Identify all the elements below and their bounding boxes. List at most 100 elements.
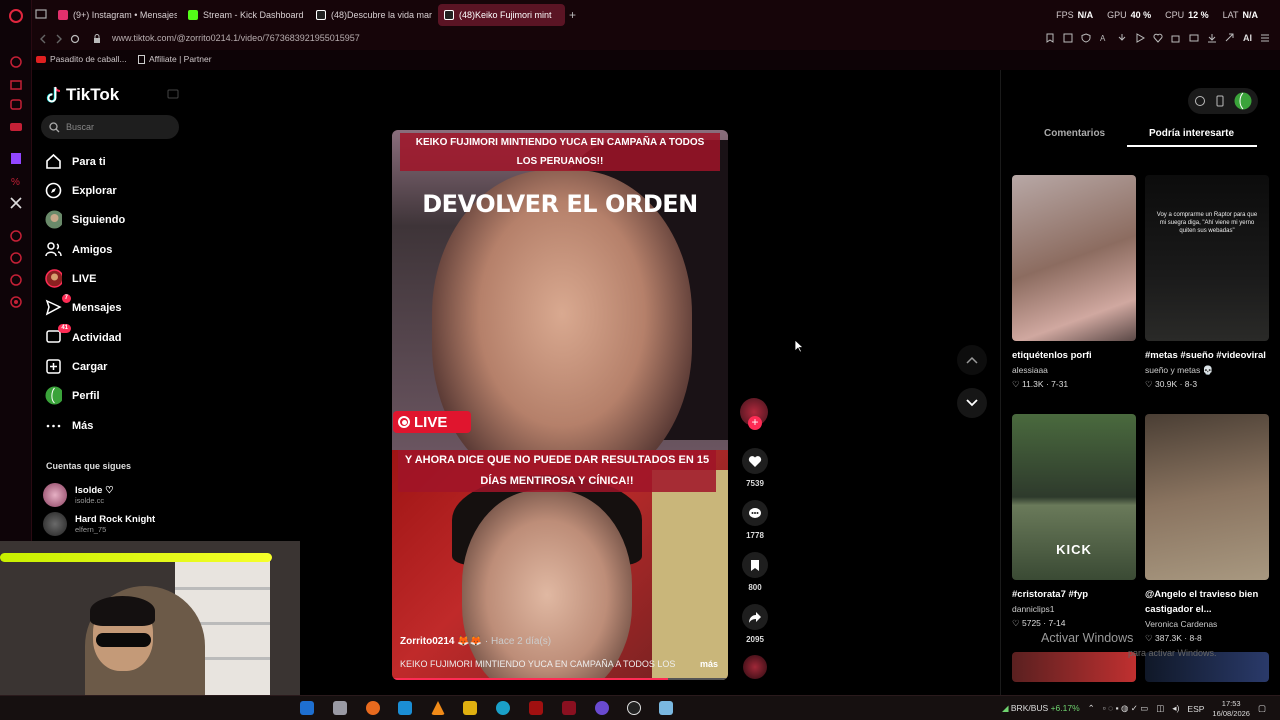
description-more-button[interactable]: más — [700, 659, 718, 669]
music-disc-icon[interactable] — [743, 655, 767, 679]
files-icon[interactable] — [333, 701, 347, 715]
phone-icon[interactable] — [1214, 95, 1226, 107]
nav-para-ti[interactable]: Para ti — [45, 153, 106, 170]
nav-mas[interactable]: Más — [45, 417, 93, 434]
recommended-video[interactable]: KICK #cristorata7 #fyp danniclips1 ♡ 572… — [1012, 414, 1136, 630]
video-player[interactable]: KEIKO FUJIMORI MINTIENDO YUCA EN CAMPAÑA… — [392, 130, 728, 680]
nav-perfil[interactable]: Perfil — [45, 386, 100, 405]
opera-logo-icon[interactable] — [9, 9, 23, 23]
new-tab-button[interactable]: + — [569, 8, 576, 22]
recommended-video[interactable] — [1012, 652, 1136, 682]
back-icon[interactable] — [38, 34, 48, 44]
video-progress[interactable] — [392, 678, 728, 680]
save-button[interactable]: 800 — [738, 552, 772, 592]
like-button[interactable]: 7539 — [738, 448, 772, 488]
obs-icon[interactable] — [627, 701, 641, 715]
tab-manager-icon[interactable] — [35, 8, 47, 20]
nav-live[interactable]: LIVE — [45, 269, 96, 288]
app-icon[interactable] — [529, 701, 543, 715]
snapshot-icon[interactable] — [1063, 33, 1073, 43]
share-icon[interactable] — [1225, 33, 1235, 43]
chevron-up-icon[interactable]: ⌃ — [1088, 703, 1095, 714]
edge-icon[interactable] — [496, 701, 510, 715]
shield-icon[interactable] — [1081, 33, 1091, 43]
share-button[interactable]: 2095 — [738, 604, 772, 644]
video-stats: ♡ 387.3K · 8-8 — [1145, 633, 1202, 643]
nav-cargar[interactable]: Cargar — [45, 358, 107, 375]
sidebar-percent-icon[interactable]: % — [9, 174, 23, 188]
extensions-icon[interactable] — [1171, 33, 1181, 43]
volume-icon[interactable]: ◂) — [1172, 703, 1179, 714]
network-icon[interactable]: ◫ — [1156, 703, 1164, 714]
url-field[interactable]: www.tiktok.com/@zorrito0214.1/video/7673… — [112, 33, 360, 43]
bookmark-pasadito[interactable]: Pasadito de caball... — [36, 54, 127, 64]
video-overlay-text: DEVOLVER EL ORDEN — [422, 190, 698, 218]
tray-icons[interactable]: ▫ ◌ ▪ ◍ ✓ ▭ — [1103, 703, 1148, 714]
tab-comentarios[interactable]: Comentarios — [1044, 128, 1105, 139]
recommended-video[interactable]: Voy a comprarme un Raptor para que mi su… — [1145, 175, 1269, 391]
app-icon[interactable] — [398, 701, 412, 715]
tab-instagram[interactable]: (9+) Instagram • Mensajes — [52, 4, 177, 26]
calendar-icon[interactable] — [463, 701, 477, 715]
wallet-icon[interactable] — [1189, 33, 1199, 43]
nav-siguiendo[interactable]: Siguiendo — [45, 210, 125, 229]
tab-tiktok-active[interactable]: (48)Keiko Fujimori mint — [438, 4, 565, 26]
language-indicator[interactable]: ESP — [1187, 704, 1204, 714]
comment-button[interactable]: 1778 — [738, 500, 772, 540]
bookmark-page-icon[interactable] — [1045, 33, 1055, 43]
tiktok-logo[interactable]: TikTok — [46, 85, 119, 105]
next-video-button[interactable] — [957, 388, 987, 418]
discord-icon[interactable] — [595, 701, 609, 715]
sidebar-bag-icon[interactable] — [9, 77, 23, 91]
nav-amigos[interactable]: Amigos — [45, 241, 112, 258]
recommended-video[interactable]: etiquétenlos porfi alessiaaa ♡ 11.3K · 7… — [1012, 175, 1136, 391]
following-account[interactable]: Isolde ♡ isolde.cc — [43, 483, 114, 507]
instagram-icon — [58, 10, 68, 20]
downloads-icon[interactable] — [1207, 33, 1217, 43]
tab-tiktok-1[interactable]: (48)Descubre la vida marin — [310, 4, 432, 26]
tab-kick[interactable]: Stream - Kick Dashboard — [182, 4, 304, 26]
play-icon[interactable] — [1135, 33, 1145, 43]
sidebar-chat-icon[interactable] — [9, 273, 23, 287]
reload-icon[interactable] — [70, 34, 80, 44]
collapse-sidebar-icon[interactable] — [167, 88, 179, 100]
sidebar-messenger-icon[interactable] — [9, 98, 23, 112]
menu-icon[interactable] — [1260, 33, 1270, 43]
download-page-icon[interactable] — [1117, 33, 1127, 43]
user-avatar[interactable] — [1234, 92, 1252, 110]
firefox-icon[interactable] — [366, 701, 380, 715]
sidebar-x-icon[interactable] — [9, 196, 23, 210]
opera-gx-icon[interactable] — [562, 701, 576, 715]
mouse-cursor-icon — [794, 339, 804, 353]
sidebar-youtube-icon[interactable] — [9, 120, 23, 134]
nav-actividad[interactable]: 41 Actividad — [45, 324, 122, 346]
compass-icon[interactable] — [1194, 95, 1206, 107]
notifications-icon[interactable]: ▢ — [1258, 703, 1266, 714]
search-input[interactable]: Buscar — [41, 115, 179, 139]
clock[interactable]: 17:53 16/08/2026 — [1212, 699, 1250, 719]
sidebar-twitch-icon[interactable] — [9, 152, 23, 166]
ai-button[interactable]: AI — [1243, 33, 1252, 43]
following-account[interactable]: Hard Rock Knight elfern_75 — [43, 512, 155, 536]
nav-explorar[interactable]: Explorar — [45, 182, 117, 199]
app-icon[interactable] — [659, 701, 673, 715]
sidebar-history-icon[interactable] — [9, 229, 23, 243]
sidebar-reload-icon[interactable] — [9, 55, 23, 69]
bookmark-affiliate[interactable]: Affiliate | Partner — [138, 54, 212, 64]
previous-video-button[interactable] — [957, 345, 987, 375]
live-avatar-icon — [45, 269, 62, 288]
recommended-video[interactable]: @Angelo el travieso bien castigador el..… — [1145, 414, 1269, 645]
vlc-icon[interactable] — [431, 701, 445, 715]
tab-podria-interesarte[interactable]: Podría interesarte — [1149, 128, 1234, 139]
stock-ticker[interactable]: ◢ BRK/BUS +6.17% — [1002, 703, 1080, 714]
video-author[interactable]: Zorrito0214 🦊🦊 · Hace 2 día(s) — [400, 636, 551, 647]
live-badge[interactable]: LIVE — [393, 411, 471, 433]
heart-outline-icon[interactable] — [1153, 33, 1163, 43]
sidebar-clock-icon[interactable] — [9, 251, 23, 265]
forward-icon[interactable] — [54, 34, 64, 44]
follow-button[interactable]: + — [748, 416, 762, 430]
nav-mensajes[interactable]: 7 Mensajes — [45, 294, 122, 316]
sidebar-settings-icon[interactable] — [9, 295, 23, 309]
translate-icon[interactable]: A — [1099, 33, 1109, 43]
outlook-icon[interactable] — [300, 701, 314, 715]
